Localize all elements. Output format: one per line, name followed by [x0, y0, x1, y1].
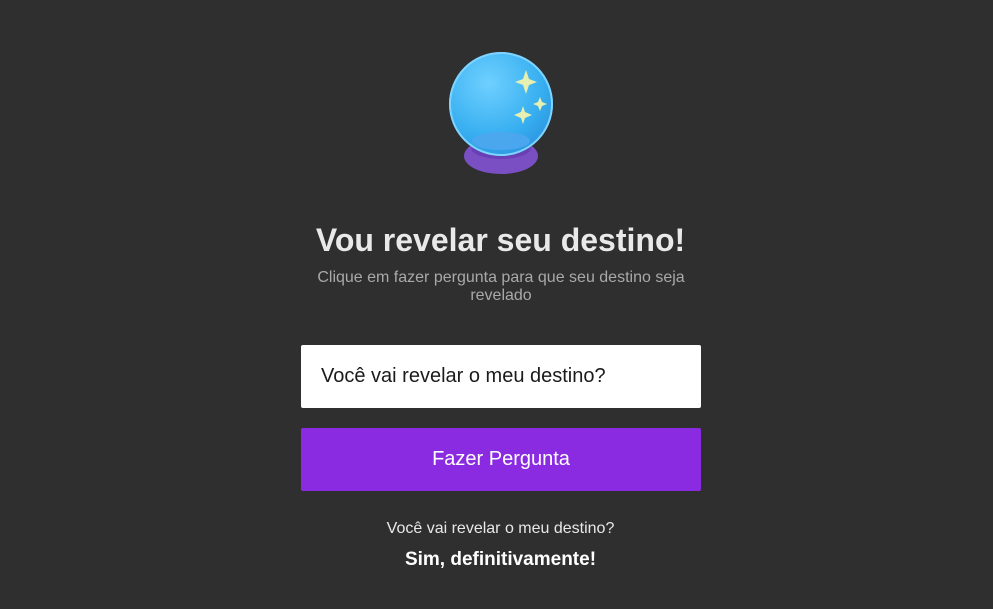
asked-question-text: Você vai revelar o meu destino?: [386, 520, 615, 537]
page-subtitle: Clique em fazer pergunta para que seu de…: [317, 269, 685, 304]
ask-question-button[interactable]: Fazer Pergunta: [301, 428, 701, 491]
crystal-ball-icon: [449, 52, 553, 174]
magic-8-ball-page: Vou revelar seu destino! Clique em fazer…: [0, 0, 993, 609]
answer-text: Sim, definitivamente!: [404, 549, 597, 570]
question-input[interactable]: [301, 345, 701, 408]
page-title: Vou revelar seu destino!: [315, 222, 686, 258]
